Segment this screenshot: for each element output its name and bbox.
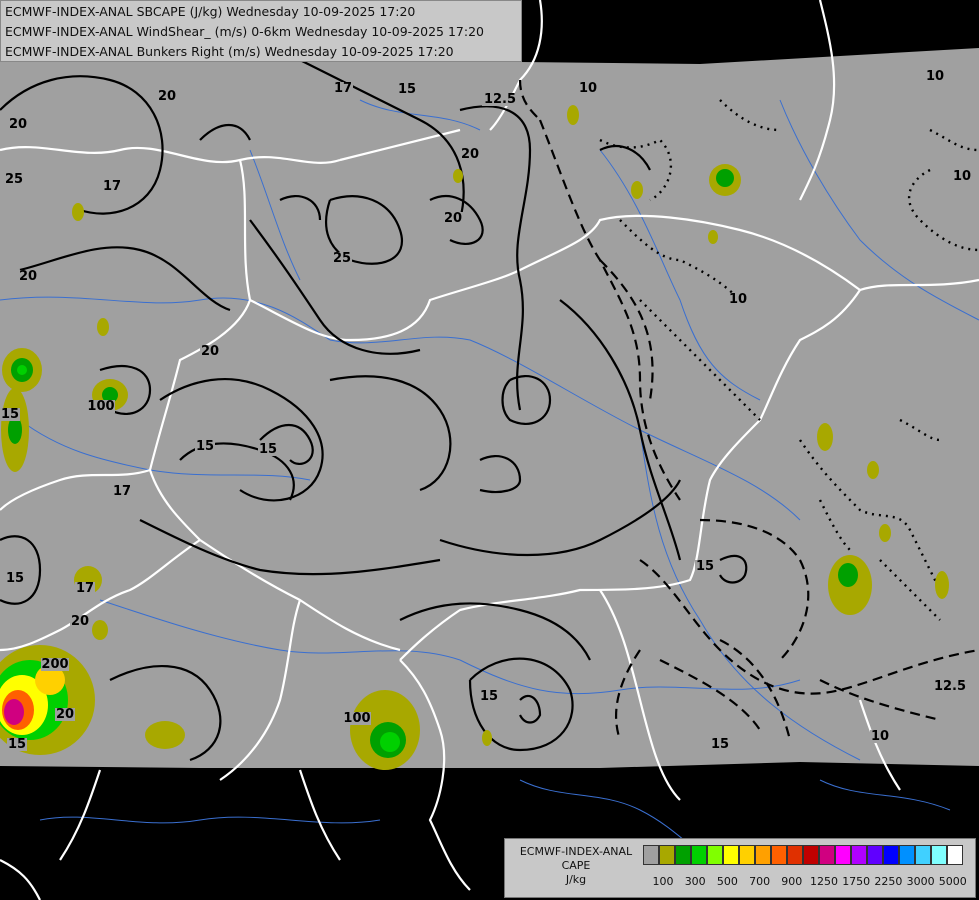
cape-cluster-west-1 — [2, 348, 42, 392]
legend-swatch — [915, 845, 931, 865]
map-title-box: ECMWF-INDEX-ANAL SBCAPE (J/kg) Wednesday… — [0, 0, 522, 62]
cape-cell-west-6 — [92, 620, 108, 640]
legend-title: ECMWF-INDEX-ANAL CAPE J/kg — [509, 845, 643, 887]
contour-label: 10 — [871, 729, 889, 744]
contour-label: 20 — [158, 89, 176, 104]
contour-label: 100 — [343, 711, 370, 726]
legend-tick-label: 500 — [716, 875, 738, 888]
legend-swatch — [803, 845, 819, 865]
contour-label: 15 — [259, 442, 277, 457]
legend-tick-label: 1250 — [810, 875, 838, 888]
cape-cell-east-3 — [935, 571, 949, 599]
contour-label: 15 — [1, 407, 19, 422]
cape-cell-north-4 — [453, 169, 463, 183]
contour-label: 17 — [103, 179, 121, 194]
cape-cell-south-2 — [145, 721, 185, 749]
legend-swatch — [675, 845, 691, 865]
legend-tick-label: 5000 — [938, 875, 967, 888]
contour-label: 15 — [196, 439, 214, 454]
legend-title-source: ECMWF-INDEX-ANAL — [519, 845, 633, 858]
legend-swatch — [787, 845, 803, 865]
cape-cell-east-4 — [867, 461, 879, 479]
legend-swatch — [659, 845, 675, 865]
cape-legend: ECMWF-INDEX-ANAL CAPE J/kg 100 300 500 700 9… — [504, 838, 976, 898]
contour-label: 15 — [696, 559, 714, 574]
legend-swatch — [739, 845, 755, 865]
legend-tick-label: 3000 — [906, 875, 935, 888]
legend-tick-label: 100 — [652, 875, 674, 888]
legend-color-bar — [643, 845, 963, 865]
contour-label: 20 — [56, 707, 74, 722]
legend-swatch — [643, 845, 659, 865]
legend-swatch — [947, 845, 963, 865]
contour-label: 17 — [334, 81, 352, 96]
contour-label: 20 — [444, 211, 462, 226]
cape-cell-south-3 — [482, 730, 492, 746]
legend-tick-label: 900 — [781, 875, 803, 888]
legend-swatch — [867, 845, 883, 865]
legend-swatch — [723, 845, 739, 865]
cape-cell-west-4 — [72, 203, 84, 221]
legend-tick-labels: 100 300 500 700 900 1250 1750 2250 3000 5000 — [645, 875, 975, 889]
contour-label: 17 — [76, 581, 94, 596]
contour-label: 20 — [19, 269, 37, 284]
legend-swatch — [755, 845, 771, 865]
contour-label: 12.5 — [934, 679, 966, 694]
cape-cell-north-3 — [708, 230, 718, 244]
legend-title-variable: CAPE — [561, 859, 591, 872]
contour-label: 20 — [201, 344, 219, 359]
contour-label: 15 — [6, 571, 24, 586]
cape-cell-north-1 — [567, 105, 579, 125]
legend-swatch — [691, 845, 707, 865]
contour-label: 15 — [8, 737, 26, 752]
cape-cluster-west-2 — [1, 388, 29, 472]
contour-label: 25 — [5, 172, 23, 187]
contour-label: 15 — [711, 737, 729, 752]
contour-label: 10 — [926, 69, 944, 84]
contour-label: 25 — [333, 251, 351, 266]
contour-label: 10 — [579, 81, 597, 96]
cape-cell-east-5 — [879, 524, 891, 542]
contour-label: 15 — [398, 82, 416, 97]
cape-cell-west-5 — [97, 318, 109, 336]
legend-tick-label: 1750 — [842, 875, 871, 888]
legend-swatch — [771, 845, 787, 865]
legend-swatch — [899, 845, 915, 865]
contour-label: 100 — [87, 399, 114, 414]
cape-cluster-south — [350, 690, 420, 770]
contour-label: 200 — [41, 657, 68, 672]
title-bunkers-right: ECMWF-INDEX-ANAL Bunkers Right (m/s) Wed… — [5, 44, 454, 59]
legend-swatch — [707, 845, 723, 865]
contour-label: 17 — [113, 484, 131, 499]
legend-tick-label: 2250 — [874, 875, 903, 888]
contour-label: 10 — [953, 169, 971, 184]
contour-label: 15 — [480, 689, 498, 704]
legend-swatch — [819, 845, 835, 865]
legend-swatch — [883, 845, 899, 865]
contour-label: 20 — [71, 614, 89, 629]
cape-cluster-east — [828, 555, 872, 615]
cape-cell-east-2 — [817, 423, 833, 451]
legend-tick-label: 300 — [684, 875, 706, 888]
cape-cluster-northeast — [709, 164, 741, 196]
legend-tick-label: 700 — [749, 875, 771, 888]
legend-swatch — [931, 845, 947, 865]
contour-label: 20 — [9, 117, 27, 132]
legend-title-unit: J/kg — [565, 873, 587, 886]
legend-swatch — [851, 845, 867, 865]
weather-map: 17 15 12.5 10 20 20 25 20 17 20 25 20 10 10 20 15 15 17 15… — [0, 0, 979, 900]
contour-label: 12.5 — [484, 92, 516, 107]
cape-cell-north-2 — [631, 181, 643, 199]
contour-label: 20 — [461, 147, 479, 162]
title-sbcape: ECMWF-INDEX-ANAL SBCAPE (J/kg) Wednesday… — [5, 4, 416, 19]
contour-label: 10 — [729, 292, 747, 307]
title-windshear: ECMWF-INDEX-ANAL WindShear_ (m/s) 0-6km … — [5, 24, 484, 39]
legend-swatch — [835, 845, 851, 865]
